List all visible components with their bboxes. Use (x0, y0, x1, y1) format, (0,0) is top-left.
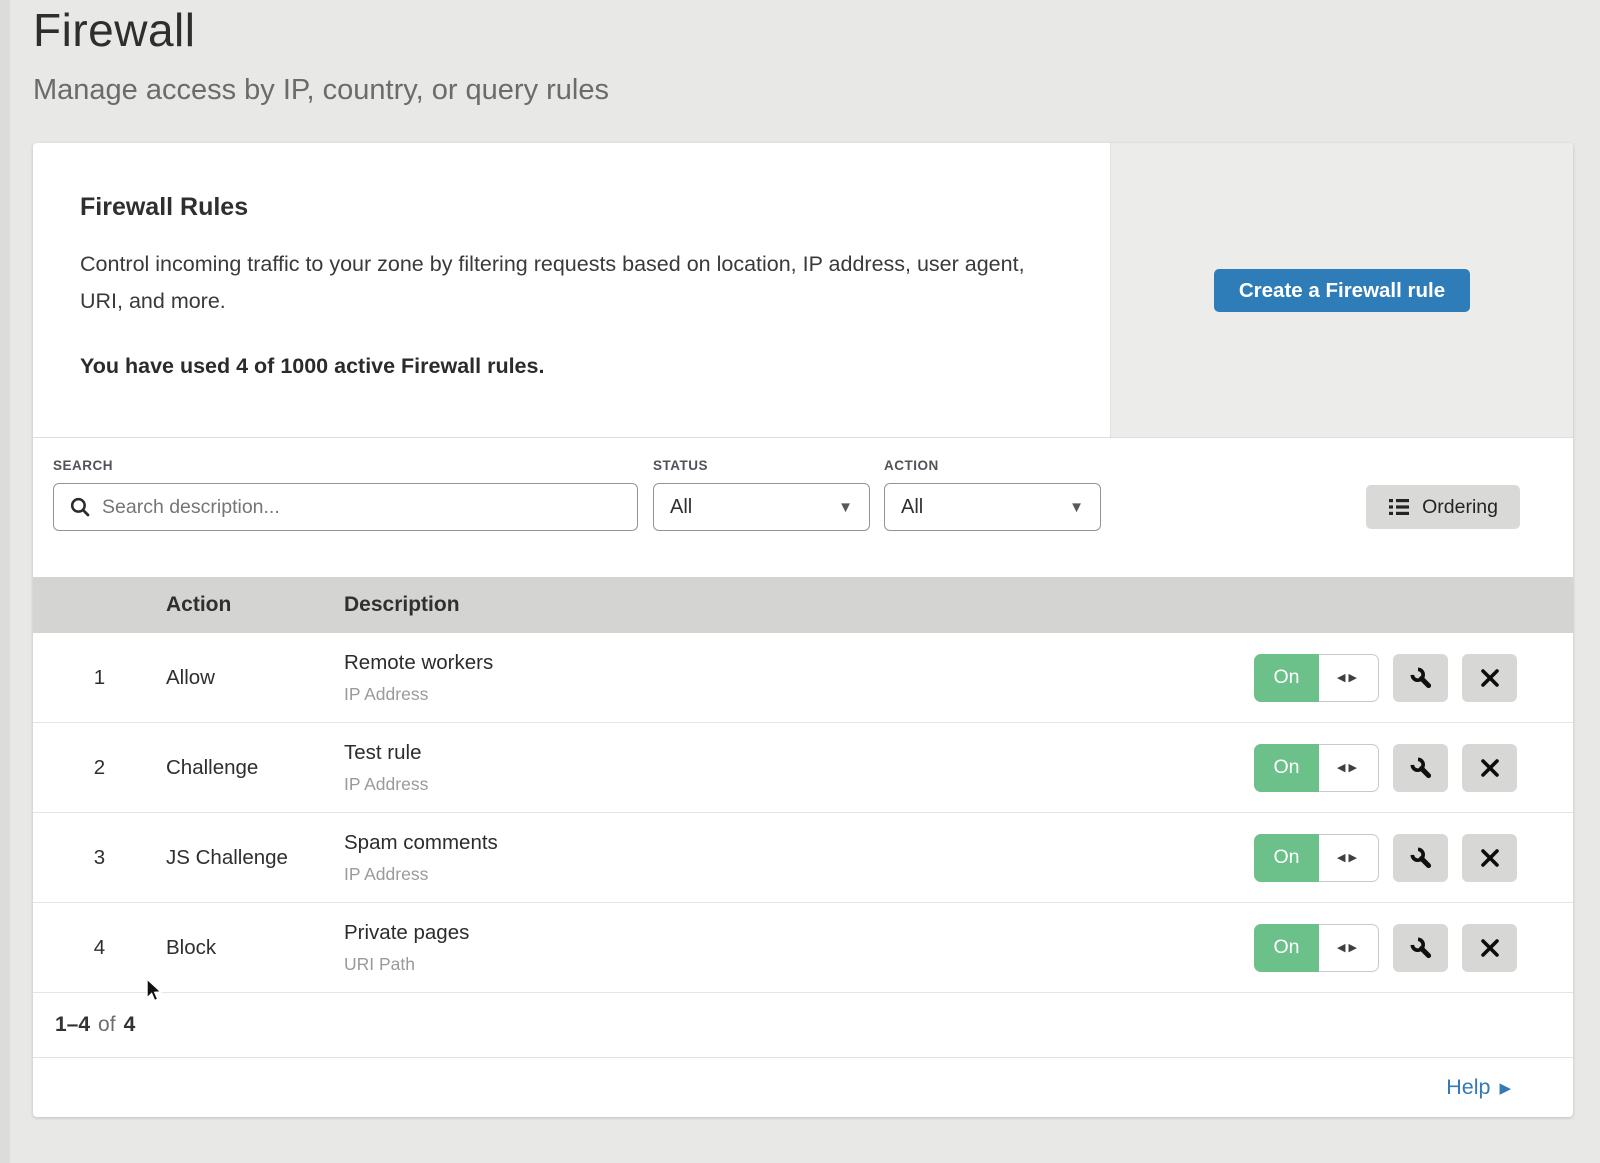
action-column-header: Action (166, 593, 344, 617)
search-icon (68, 495, 93, 520)
rule-controls: On ◀▶ (1254, 834, 1517, 882)
edit-rule-button[interactable] (1393, 744, 1448, 792)
rule-controls: On ◀▶ (1254, 924, 1517, 972)
table-header-row: Action Description (33, 577, 1573, 633)
pagination: 1–4 of 4 (33, 993, 1573, 1057)
card-header-text: Firewall Rules Control incoming traffic … (33, 143, 1110, 437)
rule-match-type: IP Address (344, 684, 1254, 705)
table-row: 3 JS Challenge Spam comments IP Address … (33, 813, 1573, 903)
pagination-total: 4 (124, 1013, 136, 1037)
chevron-down-icon: ▼ (1069, 499, 1084, 516)
table-row: 4 Block Private pages URI Path On ◀▶ (33, 903, 1573, 993)
action-filter-group: ACTION All ▼ (884, 458, 1101, 577)
rule-match-type: IP Address (344, 864, 1254, 885)
rule-enabled-toggle[interactable]: On ◀▶ (1254, 744, 1379, 792)
toggle-on-label: On (1254, 654, 1319, 702)
left-right-arrows-icon[interactable]: ◀▶ (1319, 744, 1379, 792)
wrench-icon (1408, 755, 1434, 781)
status-select[interactable]: All ▼ (653, 483, 870, 531)
rule-priority: 4 (33, 936, 166, 960)
pagination-range: 1–4 (55, 1013, 90, 1037)
card-title: Firewall Rules (80, 193, 1070, 222)
chevron-down-icon: ▼ (838, 499, 853, 516)
rule-enabled-toggle[interactable]: On ◀▶ (1254, 654, 1379, 702)
edit-rule-button[interactable] (1393, 834, 1448, 882)
ordering-list-icon (1388, 497, 1410, 517)
pagination-of-label: of (98, 1013, 116, 1037)
rule-description-cell: Spam comments IP Address (344, 831, 1254, 885)
edit-rule-button[interactable] (1393, 654, 1448, 702)
firewall-rules-card: Firewall Rules Control incoming traffic … (33, 143, 1573, 1117)
status-select-value: All (670, 496, 692, 519)
rule-match-type: IP Address (344, 774, 1254, 795)
card-footer: Help ▶ (33, 1057, 1573, 1117)
left-right-arrows-icon[interactable]: ◀▶ (1319, 654, 1379, 702)
rule-description-cell: Remote workers IP Address (344, 651, 1254, 705)
close-icon (1479, 667, 1501, 689)
filters-bar: SEARCH STATUS All ▼ ACTION All ▼ (33, 438, 1573, 577)
status-filter-group: STATUS All ▼ (653, 458, 870, 577)
table-row: 2 Challenge Test rule IP Address On ◀▶ (33, 723, 1573, 813)
search-field-wrap (53, 483, 638, 531)
action-select[interactable]: All ▼ (884, 483, 1101, 531)
rule-action: Block (166, 936, 344, 960)
rule-action: JS Challenge (166, 846, 344, 870)
search-label: SEARCH (53, 458, 638, 473)
wrench-icon (1408, 935, 1434, 961)
delete-rule-button[interactable] (1462, 924, 1517, 972)
toggle-on-label: On (1254, 834, 1319, 882)
wrench-icon (1408, 845, 1434, 871)
rule-description: Spam comments (344, 831, 1254, 855)
delete-rule-button[interactable] (1462, 834, 1517, 882)
rule-description: Remote workers (344, 651, 1254, 675)
search-input[interactable] (53, 483, 638, 531)
card-description: Control incoming traffic to your zone by… (80, 246, 1030, 320)
toggle-on-label: On (1254, 924, 1319, 972)
close-icon (1479, 937, 1501, 959)
delete-rule-button[interactable] (1462, 654, 1517, 702)
left-right-arrows-icon[interactable]: ◀▶ (1319, 834, 1379, 882)
delete-rule-button[interactable] (1462, 744, 1517, 792)
rule-description: Private pages (344, 921, 1254, 945)
close-icon (1479, 757, 1501, 779)
rule-action: Allow (166, 666, 344, 690)
rules-usage-text: You have used 4 of 1000 active Firewall … (80, 354, 1070, 379)
table-row: 1 Allow Remote workers IP Address On ◀▶ (33, 633, 1573, 723)
edit-rule-button[interactable] (1393, 924, 1448, 972)
rule-priority: 3 (33, 846, 166, 870)
page-header: Firewall Manage access by IP, country, o… (0, 0, 1600, 107)
rule-controls: On ◀▶ (1254, 654, 1517, 702)
create-rule-panel: Create a Firewall rule (1110, 143, 1573, 437)
help-link[interactable]: Help ▶ (1446, 1075, 1511, 1100)
toggle-on-label: On (1254, 744, 1319, 792)
rule-enabled-toggle[interactable]: On ◀▶ (1254, 834, 1379, 882)
wrench-icon (1408, 665, 1434, 691)
rule-description: Test rule (344, 741, 1254, 765)
rule-description-cell: Private pages URI Path (344, 921, 1254, 975)
rule-controls: On ◀▶ (1254, 744, 1517, 792)
help-link-label: Help (1446, 1075, 1490, 1100)
action-select-value: All (901, 496, 923, 519)
ordering-button[interactable]: Ordering (1366, 485, 1520, 529)
search-filter-group: SEARCH (53, 458, 638, 577)
left-right-arrows-icon[interactable]: ◀▶ (1319, 924, 1379, 972)
action-label: ACTION (884, 458, 1101, 473)
rule-action: Challenge (166, 756, 344, 780)
rule-match-type: URI Path (344, 954, 1254, 975)
ordering-button-label: Ordering (1422, 496, 1498, 519)
create-firewall-rule-button[interactable]: Create a Firewall rule (1214, 269, 1470, 312)
rule-enabled-toggle[interactable]: On ◀▶ (1254, 924, 1379, 972)
rule-description-cell: Test rule IP Address (344, 741, 1254, 795)
status-label: STATUS (653, 458, 870, 473)
card-header: Firewall Rules Control incoming traffic … (33, 143, 1573, 438)
help-arrow-icon: ▶ (1499, 1079, 1511, 1097)
page-subtitle: Manage access by IP, country, or query r… (33, 74, 1600, 107)
close-icon (1479, 847, 1501, 869)
page-title: Firewall (33, 2, 1600, 60)
rule-priority: 2 (33, 756, 166, 780)
rule-priority: 1 (33, 666, 166, 690)
description-column-header: Description (344, 593, 460, 617)
